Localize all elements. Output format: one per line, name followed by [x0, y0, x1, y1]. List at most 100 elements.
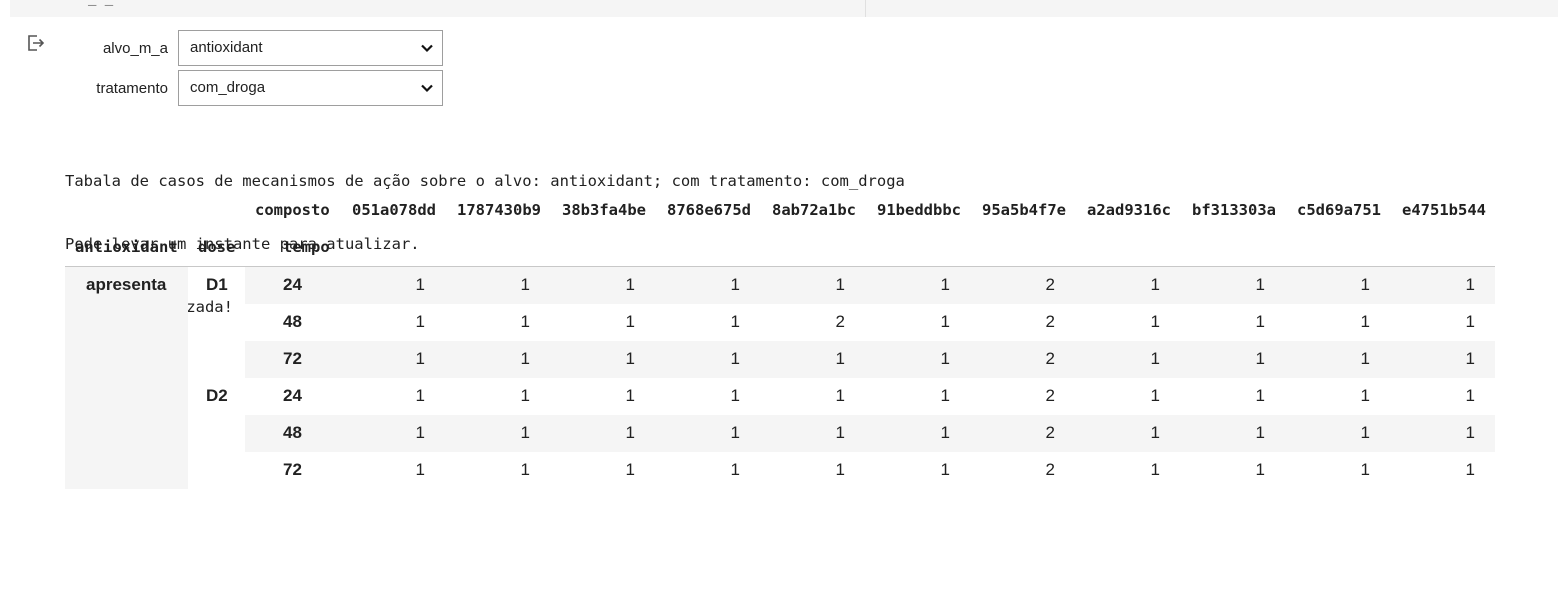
table-cell: 1 — [520, 275, 530, 294]
table-cell: 1 — [415, 423, 425, 442]
table-cell: 1 — [1255, 349, 1265, 368]
table-cell: 1 — [1360, 423, 1370, 442]
column-header: 8ab72a1bc — [772, 201, 856, 219]
table-cell: 1 — [625, 349, 635, 368]
table-cell: 1 — [940, 386, 950, 405]
column-header: 38b3fa4be — [562, 201, 646, 219]
table-cell: 1 — [835, 349, 845, 368]
tratamento-dropdown[interactable]: com_droga — [178, 70, 443, 106]
table-cell: 2 — [1045, 312, 1055, 331]
column-header: c5d69a751 — [1297, 201, 1381, 219]
table-cell: 1 — [415, 460, 425, 479]
output-text: Tabala de casos de mecanismos de ação so… — [65, 129, 905, 339]
table-cell: 1 — [730, 275, 740, 294]
table-cell: 1 — [415, 349, 425, 368]
table-cell: 1 — [520, 423, 530, 442]
index-level0-background — [65, 267, 188, 489]
table-cell: 1 — [835, 460, 845, 479]
table-cell: 1 — [415, 386, 425, 405]
column-header: a2ad9316c — [1087, 201, 1171, 219]
alvo-dropdown[interactable]: antioxidant — [178, 30, 443, 66]
index-name-tempo: tempo — [283, 238, 330, 256]
column-header: 91beddbbc — [877, 201, 961, 219]
table-cell: 1 — [1465, 349, 1475, 368]
column-header: 1787430b9 — [457, 201, 541, 219]
table-cell: 2 — [1045, 386, 1055, 405]
table-cell: 1 — [1255, 312, 1265, 331]
table-cell: 1 — [1150, 460, 1160, 479]
table-cell: 1 — [1465, 386, 1475, 405]
column-header: 051a078dd — [352, 201, 436, 219]
table-cell: 1 — [520, 460, 530, 479]
table-cell: 1 — [1465, 460, 1475, 479]
chevron-down-icon — [421, 44, 433, 53]
table-cell: 1 — [415, 312, 425, 331]
previous-code-cell: _ _ — [10, 0, 1558, 17]
row-stripe — [245, 415, 1495, 452]
column-header: e4751b544 — [1402, 201, 1486, 219]
tempo-label: 24 — [283, 386, 302, 405]
table-cell: 1 — [1150, 275, 1160, 294]
table-cell: 1 — [625, 275, 635, 294]
table-cell: 1 — [835, 386, 845, 405]
table-cell: 1 — [835, 275, 845, 294]
table-cell: 1 — [1360, 312, 1370, 331]
table-cell: 1 — [1360, 386, 1370, 405]
tempo-label: 72 — [283, 460, 302, 479]
table-cell: 1 — [730, 386, 740, 405]
table-cell: 1 — [415, 275, 425, 294]
table-cell: 1 — [520, 349, 530, 368]
table-cell: 2 — [835, 312, 845, 331]
table-cell: 1 — [1255, 386, 1265, 405]
table-cell: 1 — [1150, 349, 1160, 368]
tempo-label: 72 — [283, 349, 302, 368]
table-cell: 1 — [730, 349, 740, 368]
table-cell: 1 — [625, 460, 635, 479]
table-cell: 2 — [1045, 349, 1055, 368]
output-line: Tabala de casos de mecanismos de ação so… — [65, 172, 905, 190]
alvo-selected-value: antioxidant — [190, 39, 263, 56]
table-cell: 2 — [1045, 423, 1055, 442]
column-header: 8768e675d — [667, 201, 751, 219]
table-cell: 1 — [1150, 386, 1160, 405]
table-cell: 1 — [940, 275, 950, 294]
table-cell: 1 — [730, 460, 740, 479]
row-stripe — [245, 267, 1495, 304]
table-cell: 1 — [1255, 423, 1265, 442]
table-cell: 1 — [625, 423, 635, 442]
table-cell: 1 — [940, 423, 950, 442]
table-cell: 1 — [1465, 423, 1475, 442]
dose-label: D2 — [206, 386, 228, 405]
table-cell: 1 — [625, 312, 635, 331]
tempo-label: 24 — [283, 275, 302, 294]
table-cell: 1 — [520, 386, 530, 405]
table-cell: 1 — [625, 386, 635, 405]
table-cell: 1 — [1465, 312, 1475, 331]
cell-splitter — [865, 0, 866, 17]
tempo-label: 48 — [283, 312, 302, 331]
tratamento-widget: tratamento com_droga — [10, 70, 443, 106]
table-cell: 1 — [730, 312, 740, 331]
tempo-label: 48 — [283, 423, 302, 442]
row-stripe — [245, 341, 1495, 378]
index-name-antioxidant: antioxidant — [75, 238, 178, 256]
table-cell: 2 — [1045, 275, 1055, 294]
column-header: bf313303a — [1192, 201, 1276, 219]
index-level0-label: apresenta — [86, 275, 167, 294]
alvo-label: alvo_m_a — [102, 39, 168, 57]
table-cell: 1 — [1150, 423, 1160, 442]
columns-name-header: composto — [255, 201, 330, 219]
table-cell: 2 — [1045, 460, 1055, 479]
table-cell: 1 — [940, 349, 950, 368]
table-cell: 1 — [835, 423, 845, 442]
table-cell: 1 — [940, 312, 950, 331]
table-cell: 1 — [1465, 275, 1475, 294]
index-name-dose: dose — [198, 238, 236, 256]
table-cell: 1 — [730, 423, 740, 442]
alvo-widget: alvo_m_a antioxidant — [10, 30, 443, 66]
code-fragment: _ _ — [88, 0, 114, 9]
table-cell: 1 — [1360, 275, 1370, 294]
tratamento-selected-value: com_droga — [190, 79, 266, 96]
chevron-down-icon — [421, 84, 433, 93]
table-cell: 1 — [1360, 349, 1370, 368]
